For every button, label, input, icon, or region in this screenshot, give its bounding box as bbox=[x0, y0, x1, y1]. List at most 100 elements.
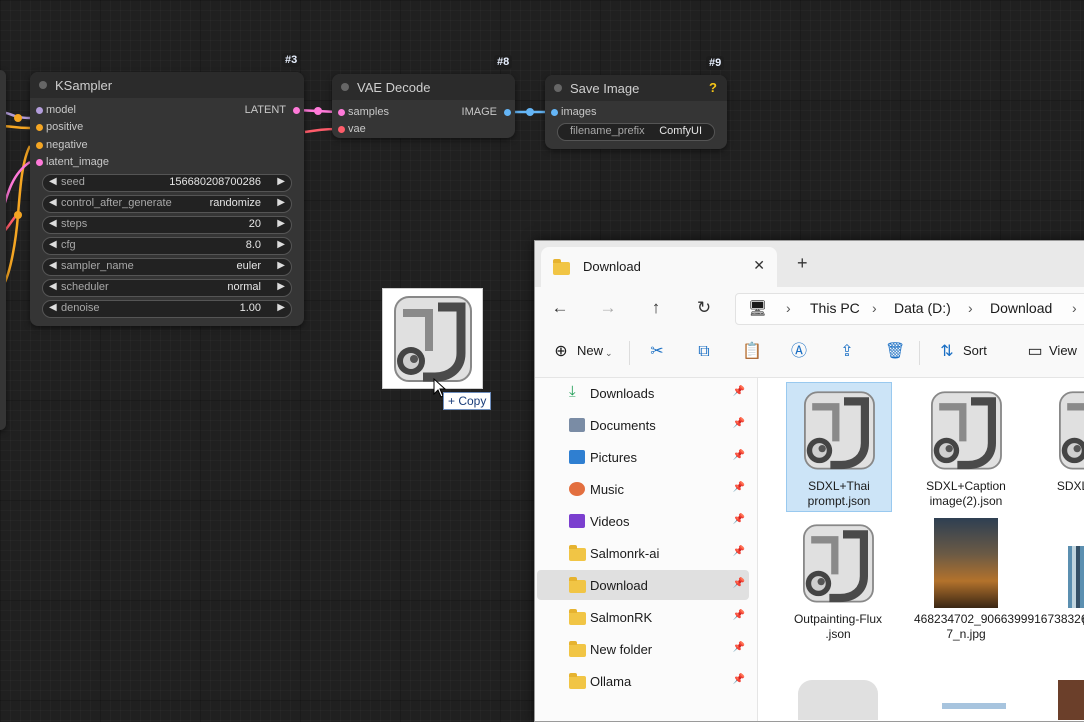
vae-decode-node[interactable]: VAE Decode samples vae IMAGE bbox=[332, 74, 515, 138]
sidebar-item-salmonrk-ai[interactable]: Salmonrk-ai 📌 bbox=[537, 538, 749, 568]
input-latent-image[interactable]: latent_image bbox=[36, 156, 109, 168]
paste-icon[interactable]: 📋 bbox=[742, 342, 762, 362]
collapse-dot-icon[interactable] bbox=[39, 81, 47, 89]
copy-icon[interactable]: ⧉ bbox=[694, 342, 714, 362]
pin-icon: 📌 bbox=[732, 674, 745, 685]
sidebar-item-pictures[interactable]: Pictures 📌 bbox=[537, 442, 749, 472]
file-item[interactable]: Outpainting-Flux .json bbox=[786, 518, 890, 642]
file-item-partial[interactable] bbox=[798, 680, 878, 720]
pin-icon: 📌 bbox=[732, 642, 745, 653]
save-image-node[interactable]: Save Image ? images filename_prefix Comfy… bbox=[545, 75, 727, 149]
tab-title: Download bbox=[583, 259, 641, 274]
folder-icon bbox=[569, 577, 586, 593]
pin-icon: 📌 bbox=[732, 418, 745, 429]
output-image[interactable]: IMAGE bbox=[462, 106, 511, 118]
navigation-pane: ⤓ Downloads 📌 Documents 📌 Pictures 📌 Music 📌 … bbox=[535, 378, 761, 721]
rename-icon[interactable]: Ⓐ bbox=[789, 342, 809, 362]
address-bar[interactable]: 🖥 › This PC › Data (D:) › Download › bbox=[735, 293, 1084, 325]
view-icon: ▭ bbox=[1027, 343, 1043, 360]
sidebar-item-new-folder[interactable]: New folder 📌 bbox=[537, 634, 749, 664]
widget-cfg[interactable]: ◀ cfg 8.0 ▶ bbox=[42, 237, 292, 255]
folder-icon bbox=[569, 609, 586, 625]
sidebar-item-download[interactable]: Download 📌 bbox=[537, 570, 749, 600]
sidebar-item-videos[interactable]: Videos 📌 bbox=[537, 506, 749, 536]
back-arrow-icon[interactable]: ← bbox=[547, 295, 573, 321]
save-image-title-bar[interactable]: Save Image ? bbox=[545, 75, 727, 101]
divider bbox=[629, 341, 630, 365]
new-tab-button[interactable]: + bbox=[797, 253, 808, 274]
ksampler-title: KSampler bbox=[55, 78, 113, 93]
pin-icon: 📌 bbox=[732, 386, 745, 397]
file-item-partial[interactable] bbox=[942, 703, 1006, 709]
cut-icon[interactable]: ✂ bbox=[647, 342, 667, 362]
ksampler-node[interactable]: KSampler model positive negative latent_… bbox=[30, 72, 304, 326]
vae-decode-node-id: #8 bbox=[494, 55, 513, 69]
collapse-dot-icon[interactable] bbox=[554, 84, 562, 92]
input-negative[interactable]: negative bbox=[36, 139, 88, 151]
sidebar-item-ollama[interactable]: Ollama 📌 bbox=[537, 666, 749, 696]
file-item[interactable]: 468234702_9066399916738326_7239250102965… bbox=[914, 518, 1084, 642]
widget-control-after-generate[interactable]: ◀ control_after_generate randomize ▶ bbox=[42, 195, 292, 213]
file-name: SDXL+Thai prompt.json bbox=[807, 479, 871, 508]
input-vae[interactable]: vae bbox=[338, 123, 366, 135]
widget-filename-prefix[interactable]: filename_prefix ComfyUI bbox=[557, 123, 715, 141]
widget-steps[interactable]: ◀ steps 20 ▶ bbox=[42, 216, 292, 234]
input-positive[interactable]: positive bbox=[36, 121, 83, 133]
input-images[interactable]: images bbox=[551, 106, 596, 118]
input-model[interactable]: model bbox=[36, 104, 76, 116]
new-button[interactable]: New bbox=[577, 343, 603, 358]
share-icon[interactable]: ⇪ bbox=[837, 342, 857, 362]
widget-sampler-name[interactable]: ◀ sampler_name euler ▶ bbox=[42, 258, 292, 276]
close-tab-icon[interactable]: ✕ bbox=[753, 257, 765, 274]
drag-thumbnail bbox=[382, 288, 483, 389]
breadcrumb-data-d[interactable]: Data (D:) bbox=[894, 300, 951, 316]
ksampler-node-id: #3 bbox=[282, 53, 301, 67]
up-arrow-icon[interactable]: ↑ bbox=[643, 295, 669, 321]
command-bar: ⊕ New ⌄ ✂ ⧉ 📋 Ⓐ ⇪ 🗑 ⇅ Sort ▭ View bbox=[535, 329, 1084, 378]
vae-decode-title-bar[interactable]: VAE Decode bbox=[332, 74, 515, 100]
pin-icon: 📌 bbox=[732, 482, 745, 493]
pin-icon: 📌 bbox=[732, 546, 745, 557]
forward-arrow-icon[interactable]: → bbox=[595, 295, 621, 321]
input-samples[interactable]: samples bbox=[338, 106, 389, 118]
sidebar-item-downloads[interactable]: ⤓ Downloads 📌 bbox=[537, 378, 749, 408]
collapse-dot-icon[interactable] bbox=[341, 83, 349, 91]
file-explorer-window[interactable]: Download ✕ + ← → ↑ ↻ 🖥 › This PC › Data … bbox=[534, 240, 1084, 722]
ksampler-title-bar[interactable]: KSampler bbox=[30, 72, 304, 98]
divider bbox=[919, 341, 920, 365]
new-plus-icon: ⊕ bbox=[554, 343, 568, 360]
breadcrumb-download[interactable]: Download bbox=[990, 300, 1052, 316]
partial-node-left[interactable] bbox=[0, 70, 6, 430]
comfyui-json-file-icon bbox=[1059, 391, 1084, 470]
sort-button[interactable]: Sort bbox=[963, 343, 987, 358]
monitor-icon: 🖥 bbox=[748, 300, 768, 317]
file-item[interactable]: SDXL+ image bbox=[1042, 383, 1084, 494]
image-thumbnail bbox=[934, 518, 998, 608]
file-name: SDXL+Caption image(2).json bbox=[926, 479, 1006, 508]
file-item[interactable]: SDXL+Caption image(2).json bbox=[914, 383, 1018, 509]
widget-denoise[interactable]: ◀ denoise 1.00 ▶ bbox=[42, 300, 292, 318]
widget-seed[interactable]: ◀ seed 156680208700286 ▶ bbox=[42, 174, 292, 192]
file-name: 468234702_9066399916738326_7239250102965… bbox=[914, 612, 1084, 641]
sidebar-item-music[interactable]: Music 📌 bbox=[537, 474, 749, 504]
breadcrumb-this-pc[interactable]: This PC bbox=[810, 300, 860, 316]
view-button[interactable]: View bbox=[1049, 343, 1077, 358]
file-name: Figu bbox=[1042, 614, 1084, 629]
tab-download[interactable]: Download ✕ bbox=[541, 247, 777, 287]
folder-icon bbox=[553, 259, 570, 275]
file-list-pane: SDXL+Thai prompt.json SDXL+Caption image… bbox=[758, 378, 1084, 721]
help-icon[interactable]: ? bbox=[709, 80, 717, 95]
widget-scheduler[interactable]: ◀ scheduler normal ▶ bbox=[42, 279, 292, 297]
file-item[interactable]: Figu bbox=[1042, 518, 1084, 629]
music-icon bbox=[569, 482, 585, 496]
refresh-icon[interactable]: ↻ bbox=[691, 295, 717, 321]
sidebar-item-salmonrk[interactable]: SalmonRK 📌 bbox=[537, 602, 749, 632]
folder-icon bbox=[569, 641, 586, 657]
file-item-partial[interactable] bbox=[1058, 680, 1084, 720]
output-latent[interactable]: LATENT bbox=[245, 104, 300, 116]
delete-icon[interactable]: 🗑 bbox=[885, 342, 905, 362]
file-item[interactable]: SDXL+Thai prompt.json bbox=[786, 382, 892, 512]
sidebar-item-documents[interactable]: Documents 📌 bbox=[537, 410, 749, 440]
sort-icon: ⇅ bbox=[940, 343, 954, 360]
pin-icon: 📌 bbox=[732, 450, 745, 461]
